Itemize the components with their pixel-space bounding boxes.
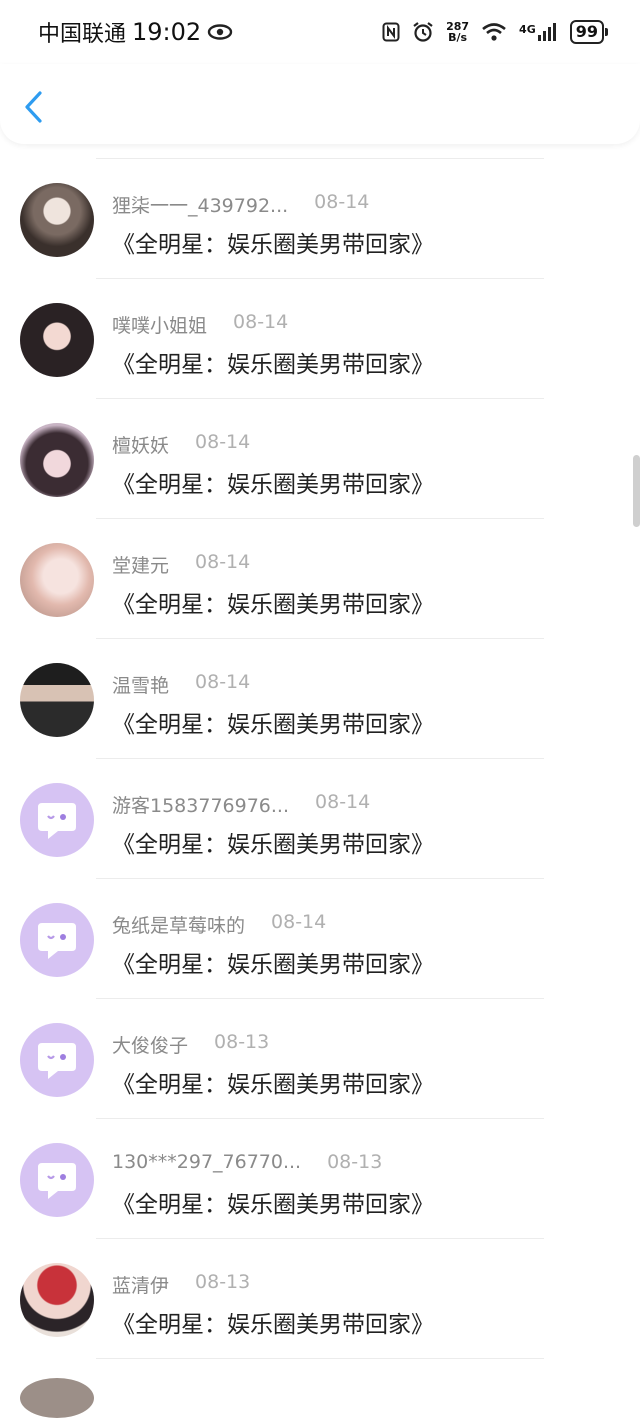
chat-bubble-icon xyxy=(38,803,76,839)
comment-text: 《全明星：娱乐圈美男带回家》 xyxy=(112,472,434,498)
status-bar: 中国联通 19:02 287 B/s 4G 99 xyxy=(0,0,640,64)
list-item[interactable]: 游客1583776976... 08-14 《全明星：娱乐圈美男带回家》 xyxy=(0,759,640,878)
list-item[interactable]: 檀妖妖 08-14 《全明星：娱乐圈美男带回家》 xyxy=(0,399,640,518)
avatar[interactable] xyxy=(20,1143,94,1217)
chat-bubble-icon xyxy=(38,1043,76,1079)
alarm-icon xyxy=(413,22,433,42)
comment-date: 08-14 xyxy=(271,911,327,933)
avatar[interactable] xyxy=(20,783,94,857)
wifi-icon xyxy=(482,23,506,41)
divider xyxy=(96,1358,544,1359)
user-name[interactable]: 噗噗小姐姐 xyxy=(112,311,207,338)
list-item[interactable]: 130***297_76770... 08-13 《全明星：娱乐圈美男带回家》 xyxy=(0,1119,640,1238)
list-item[interactable]: 大俊俊子 08-13 《全明星：娱乐圈美男带回家》 xyxy=(0,999,640,1118)
nfc-icon xyxy=(382,22,400,42)
comment-text: 《全明星：娱乐圈美男带回家》 xyxy=(112,1072,434,1098)
list-item[interactable]: 兔纸是草莓味的 08-14 《全明星：娱乐圈美男带回家》 xyxy=(0,879,640,998)
comment-date: 08-13 xyxy=(214,1031,270,1053)
user-name[interactable]: 堂建元 xyxy=(112,551,169,578)
scrollbar-thumb[interactable] xyxy=(633,455,640,527)
top-bar xyxy=(0,64,640,144)
comment-text: 《全明星：娱乐圈美男带回家》 xyxy=(112,592,434,618)
eye-icon xyxy=(207,24,233,40)
chat-bubble-icon xyxy=(38,1163,76,1199)
avatar[interactable] xyxy=(20,903,94,977)
list-item[interactable]: 堂建元 08-14 《全明星：娱乐圈美男带回家》 xyxy=(0,519,640,638)
user-name[interactable]: 130***297_76770... xyxy=(112,1151,301,1173)
network-speed: 287 B/s xyxy=(446,20,470,44)
battery-indicator: 99 xyxy=(569,20,609,44)
comment-date: 08-14 xyxy=(314,191,370,213)
comment-date: 08-14 xyxy=(195,551,251,573)
comment-date: 08-13 xyxy=(327,1151,383,1173)
comment-text: 《全明星：娱乐圈美男带回家》 xyxy=(112,712,434,738)
comment-list: 狸柒一一_439792... 08-14 《全明星：娱乐圈美男带回家》 噗噗小姐姐… xyxy=(0,158,640,1359)
user-name[interactable]: 蓝清伊 xyxy=(112,1271,169,1298)
list-item[interactable]: 噗噗小姐姐 08-14 《全明星：娱乐圈美男带回家》 xyxy=(0,279,640,398)
avatar[interactable] xyxy=(20,663,94,737)
avatar[interactable] xyxy=(20,183,94,257)
list-item[interactable]: 蓝清伊 08-13 《全明星：娱乐圈美男带回家》 xyxy=(0,1239,640,1358)
user-name[interactable]: 檀妖妖 xyxy=(112,431,169,458)
carrier-label: 中国联通 xyxy=(38,22,127,47)
comment-date: 08-13 xyxy=(195,1271,251,1293)
avatar[interactable] xyxy=(20,543,94,617)
comment-text: 《全明星：娱乐圈美男带回家》 xyxy=(112,1312,434,1338)
comment-text: 《全明星：娱乐圈美男带回家》 xyxy=(112,832,434,858)
comment-text: 《全明星：娱乐圈美男带回家》 xyxy=(112,1192,434,1218)
signal-bars-icon xyxy=(537,23,556,41)
user-name[interactable]: 兔纸是草莓味的 xyxy=(112,911,245,938)
avatar[interactable] xyxy=(20,303,94,377)
comment-text: 《全明星：娱乐圈美男带回家》 xyxy=(112,232,434,258)
user-name[interactable]: 狸柒一一_439792... xyxy=(112,191,288,218)
back-arrow-icon[interactable] xyxy=(20,90,50,124)
comment-date: 08-14 xyxy=(315,791,371,813)
comment-date: 08-14 xyxy=(195,671,251,693)
signal-indicator: 4G xyxy=(519,23,558,41)
comment-text: 《全明星：娱乐圈美男带回家》 xyxy=(112,352,434,378)
avatar[interactable] xyxy=(20,1263,94,1337)
list-item[interactable]: 狸柒一一_439792... 08-14 《全明星：娱乐圈美男带回家》 xyxy=(0,159,640,278)
user-name[interactable]: 温雪艳 xyxy=(112,671,169,698)
comment-date: 08-14 xyxy=(195,431,251,453)
avatar[interactable] xyxy=(20,1023,94,1097)
comment-text: 《全明星：娱乐圈美男带回家》 xyxy=(112,952,434,978)
comment-date: 08-14 xyxy=(233,311,289,333)
clock: 19:02 xyxy=(132,18,202,46)
user-name[interactable]: 游客1583776976... xyxy=(112,791,289,818)
list-item[interactable]: 温雪艳 08-14 《全明星：娱乐圈美男带回家》 xyxy=(0,639,640,758)
avatar[interactable] xyxy=(20,1378,94,1418)
user-name[interactable]: 大俊俊子 xyxy=(112,1031,188,1058)
avatar[interactable] xyxy=(20,423,94,497)
chat-bubble-icon xyxy=(38,923,76,959)
